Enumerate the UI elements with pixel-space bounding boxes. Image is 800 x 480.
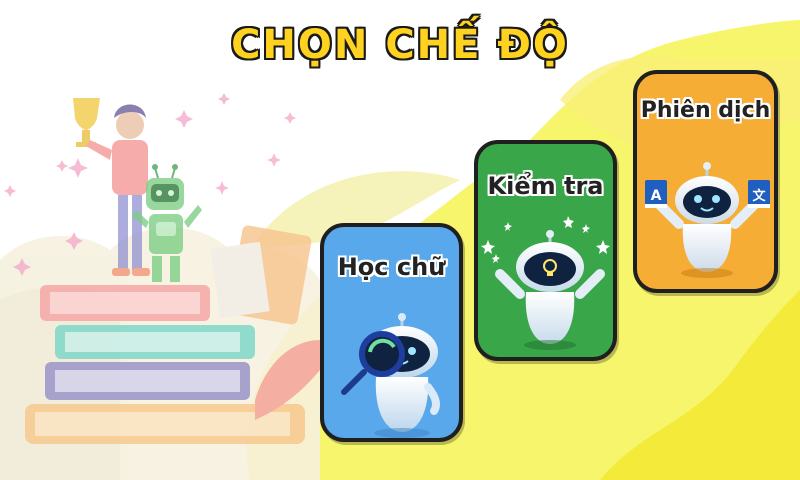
page-title: CHỌN CHẾ ĐỘ [231,22,569,68]
mode-card-kiem-tra[interactable]: Kiểm tra [474,140,617,361]
translate-target-character: 文 [752,188,766,204]
mode-card-label: Kiểm tra [487,172,604,200]
mode-select-screen: CHỌN CHẾ ĐỘ Học chữ Kiểm tra A 文 Phiên d… [0,0,800,480]
mode-card-label: Phiên dịch [640,98,771,123]
translate-source-letter: A [651,188,662,204]
mode-card-label: Học chữ [337,253,446,281]
mode-card-hoc-chu[interactable]: Học chữ [320,223,463,442]
mode-card-phien-dich[interactable]: A 文 Phiên dịch [633,70,778,293]
